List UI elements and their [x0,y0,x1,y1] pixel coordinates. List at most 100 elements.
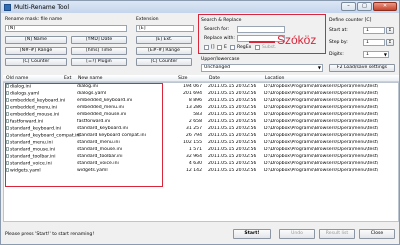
start-at-input[interactable]: 1 [363,27,385,34]
size-cell: 583 [168,112,202,118]
close-button[interactable]: Close [359,229,395,239]
size-cell: 12 142 [168,168,202,174]
col-size[interactable]: Size [178,76,187,81]
size-cell-text: 8 896 [188,98,202,103]
size-cell: 1 571 [168,147,202,153]
range-placeholder-button[interactable]: [N#-#] Range [5,47,67,55]
date-cell-text: 2011.05.15 20:02:56 [208,126,257,131]
step-by-label: Step by: [329,40,348,45]
step-by-input[interactable]: 1 [363,39,385,46]
location-cell: D:\Dropbox\Programs\Browsers\Opera\menu\… [264,140,378,146]
date-cell: 2011.05.15 20:02:56 [208,168,256,174]
col-location[interactable]: Location [265,76,284,81]
size-cell-text: 194 067 [183,84,202,89]
window-title: Multi-Rename Tool [14,3,69,11]
start-button[interactable]: Start! [233,229,271,239]
location-cell-text: D:\Dropbox\Programs\Browsers\Opera\menu\… [264,140,379,145]
time-placeholder-button[interactable]: [hms] Time [71,47,127,55]
chevron-down-icon: ▼ [317,65,321,70]
location-cell: D:\Dropbox\Programs\Browsers\Opera\menu\… [264,98,378,104]
date-cell: 2011.05.15 20:02:56 [208,119,256,125]
size-cell-text: 1 571 [188,147,202,152]
load-save-settings-button[interactable]: F2 Load/save settings [329,64,395,72]
date-cell: 2011.05.15 20:02:56 [208,154,256,160]
date-cell: 2011.05.15 20:02:56 [208,84,256,90]
start-spinner-icon[interactable]: ↕ [386,27,394,34]
close-window-button[interactable]: ✕ [373,2,397,11]
undo-button[interactable]: Undo [279,229,315,239]
location-cell: D:\Dropbox\Programs\Browsers\Opera\menu\… [264,133,378,139]
digits-value: 1 [366,52,369,57]
size-cell: 32 964 [168,154,202,160]
size-cell: 194 067 [168,84,202,90]
location-cell-text: D:\Dropbox\Programs\Browsers\Opera\menu\… [264,105,379,110]
size-cell: 102 155 [168,140,202,146]
file-list-header: Old name Ext New name Size Date Location [3,75,399,82]
date-cell-text: 2011.05.15 20:02:56 [208,112,257,117]
col-old-name[interactable]: Old name [6,76,28,81]
size-cell: 31 257 [168,126,202,132]
location-cell-text: D:\Dropbox\Programs\Browsers\Opera\menu\… [264,112,379,117]
extension-label: Extension [136,17,159,22]
case-label: Upper/lowercase [201,57,240,62]
date-cell-text: 2011.05.15 20:02:56 [208,133,257,138]
name-placeholder-button[interactable]: [N] Name [5,36,67,44]
ext-range-button[interactable]: [E#-#] Range [136,47,192,55]
location-cell-text: D:\Dropbox\Programs\Browsers\Opera\menu\… [264,84,379,89]
date-cell-text: 2011.05.15 20:02:56 [208,98,257,103]
date-cell-text: 2011.05.15 20:02:56 [208,119,257,124]
size-cell-text: 13 286 [185,105,202,110]
file-list-highlight [5,83,163,187]
size-cell: 2 658 [168,119,202,125]
date-cell: 2011.05.15 20:02:56 [208,133,256,139]
date-cell-text: 2011.05.15 20:02:56 [208,105,257,110]
location-cell-text: D:\Dropbox\Programs\Browsers\Opera\menu\… [264,133,379,138]
annotation-arrow [249,41,275,43]
counter-group-label: Define counter [C] [329,18,372,23]
date-cell: 2011.05.15 20:02:56 [208,161,256,167]
size-cell-text: 2 658 [188,119,202,124]
digits-select[interactable]: 1 ▼ [363,51,389,58]
location-cell-text: D:\Dropbox\Programs\Browsers\Opera\menu\… [264,91,379,96]
status-bar: Please press 'Start!' to start renaming!… [3,228,399,240]
rename-mask-input[interactable]: [N] [5,25,127,32]
location-cell-text: D:\Dropbox\Programs\Browsers\Opera\menu\… [264,126,379,131]
size-cell: 8 896 [168,98,202,104]
location-cell: D:\Dropbox\Programs\Browsers\Opera\menu\… [264,84,378,90]
location-cell: D:\Dropbox\Programs\Browsers\Opera\menu\… [264,168,378,174]
maximize-button[interactable]: □ [357,2,372,11]
case-value: Unchanged [204,65,231,70]
col-date[interactable]: Date [209,76,220,81]
extension-input[interactable]: [E] [136,25,194,32]
date-cell-text: 2011.05.15 20:02:56 [208,140,257,145]
location-cell: D:\Dropbox\Programs\Browsers\Opera\menu\… [264,161,378,167]
date-cell: 2011.05.15 20:02:56 [208,140,256,146]
date-cell-text: 2011.05.15 20:02:56 [208,161,257,166]
location-cell-text: D:\Dropbox\Programs\Browsers\Opera\menu\… [264,147,379,152]
result-list-button[interactable]: Result list [319,229,355,239]
size-cell: 4 630 [168,161,202,167]
col-ext[interactable]: Ext [64,76,71,81]
col-new-name[interactable]: New name [78,76,103,81]
ext-counter-button[interactable]: [C] Counter [136,58,192,66]
date-cell-text: 2011.05.15 20:02:56 [208,168,257,173]
counter-placeholder-button[interactable]: [C] Counter [5,58,67,66]
ext-placeholder-button[interactable]: [E] Ext. [136,36,192,44]
step-spinner-icon[interactable]: ↕ [386,39,394,46]
size-cell-text: 26 794 [185,133,202,138]
minimize-button[interactable]: – [341,2,356,11]
location-cell-text: D:\Dropbox\Programs\Browsers\Opera\menu\… [264,98,379,103]
size-cell-text: 201 694 [183,91,202,96]
size-cell-text: 31 257 [185,126,202,131]
digits-label: Digits: [329,52,344,57]
date-cell: 2011.05.15 20:02:56 [208,147,256,153]
location-cell-text: D:\Dropbox\Programs\Browsers\Opera\menu\… [264,119,379,124]
location-cell: D:\Dropbox\Programs\Browsers\Opera\menu\… [264,154,378,160]
case-select[interactable]: Unchanged ▼ [201,64,323,72]
date-cell: 2011.05.15 20:02:56 [208,105,256,111]
plugin-placeholder-button[interactable]: [=?] Plugin [71,58,127,66]
size-cell: 26 794 [168,133,202,139]
size-cell-text: 102 155 [183,140,202,145]
location-cell: D:\Dropbox\Programs\Browsers\Opera\menu\… [264,105,378,111]
date-placeholder-button[interactable]: [YMD] Date [71,36,127,44]
